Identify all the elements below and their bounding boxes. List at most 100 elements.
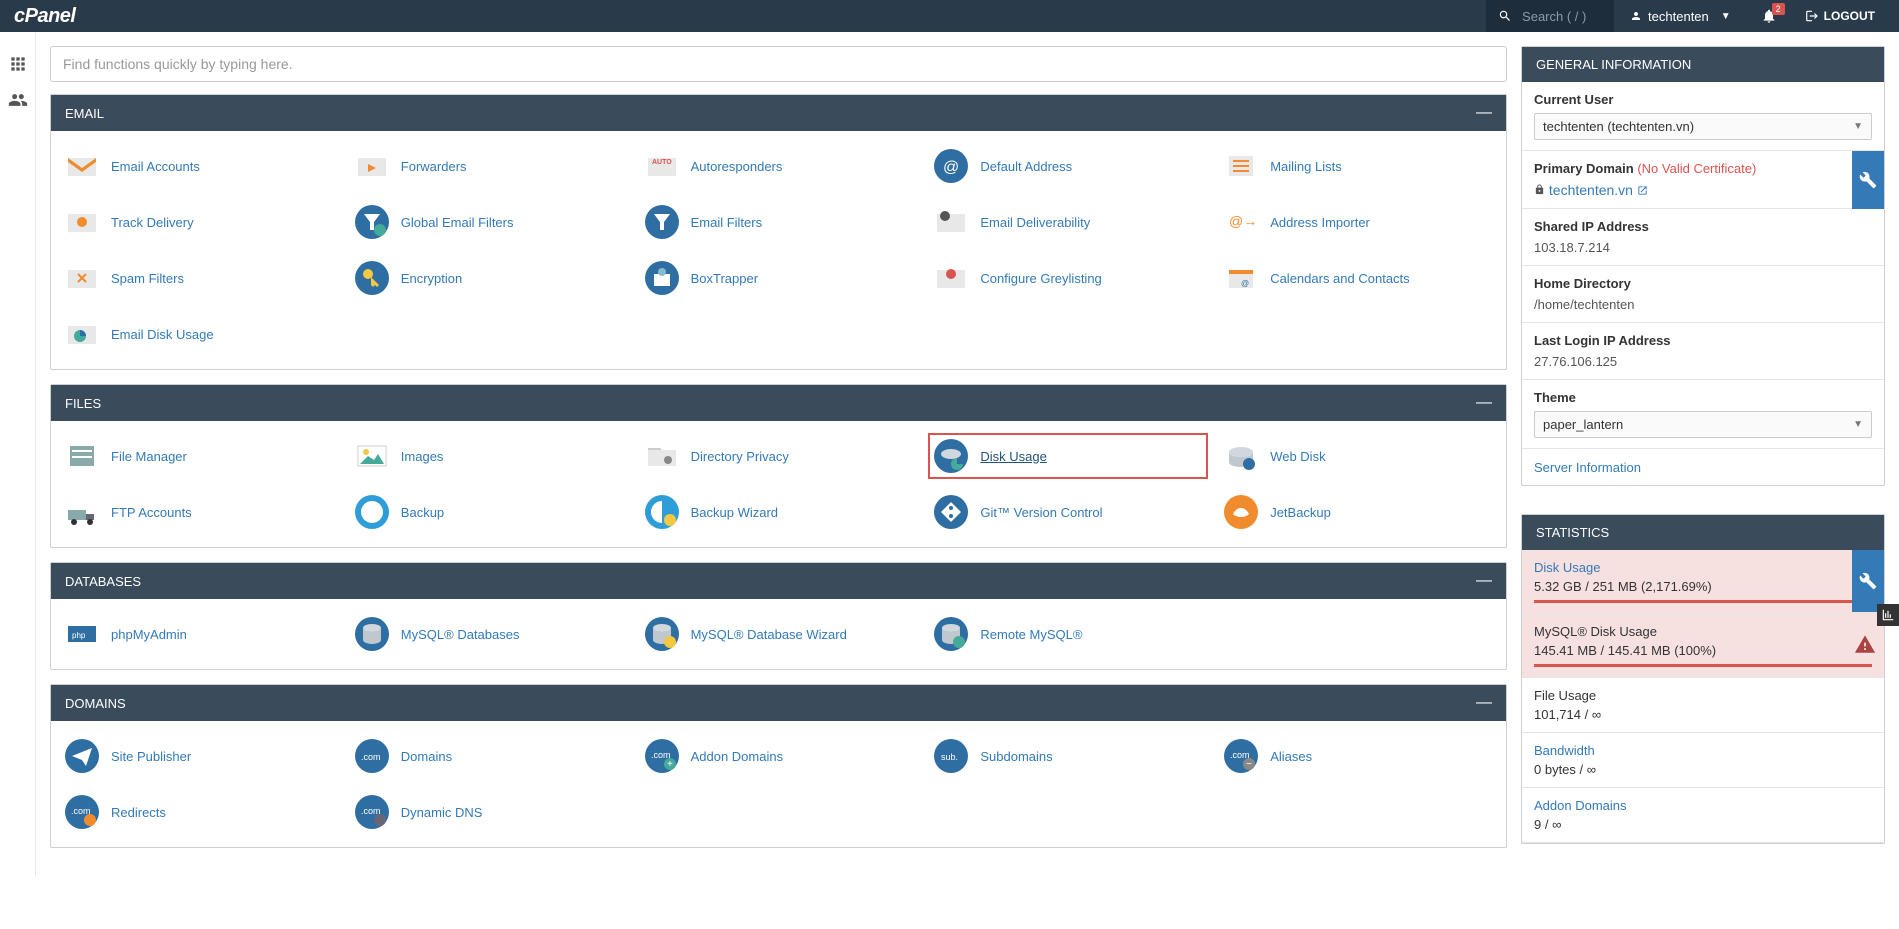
- collapse-icon[interactable]: —: [1476, 695, 1492, 711]
- app-item[interactable]: Remote MySQL®: [928, 611, 1208, 657]
- app-item-label: Autoresponders: [691, 159, 783, 174]
- backup-wizard-icon: [643, 493, 681, 531]
- sidebar-apps-icon[interactable]: [0, 46, 36, 82]
- app-item[interactable]: Forwarders: [349, 143, 629, 189]
- app-item[interactable]: Encryption: [349, 255, 629, 301]
- git-icon: [932, 493, 970, 531]
- header-search[interactable]: [1486, 0, 1614, 32]
- app-item[interactable]: Email Filters: [639, 199, 919, 245]
- app-item[interactable]: Git™ Version Control: [928, 489, 1208, 535]
- app-item-label: Web Disk: [1270, 449, 1325, 464]
- app-item[interactable]: Email Deliverability: [928, 199, 1208, 245]
- app-item[interactable]: Mailing Lists: [1218, 143, 1498, 189]
- app-item-label: Remote MySQL®: [980, 627, 1082, 642]
- app-item[interactable]: Configure Greylisting: [928, 255, 1208, 301]
- app-item[interactable]: BoxTrapper: [639, 255, 919, 301]
- envelope-pin-icon: [63, 203, 101, 241]
- theme-select[interactable]: paper_lantern ▼: [1534, 411, 1872, 438]
- statistics-title: STATISTICS: [1536, 525, 1609, 540]
- chart-toggle-button[interactable]: [1877, 604, 1899, 626]
- logo: cPanel: [14, 5, 75, 28]
- app-item[interactable]: FTP Accounts: [59, 489, 339, 535]
- envelope-arrow-icon: [353, 147, 391, 185]
- user-menu[interactable]: techtenten ▼: [1614, 0, 1747, 32]
- app-item[interactable]: .comDynamic DNS: [349, 789, 629, 835]
- funnel-globe-icon: [353, 203, 391, 241]
- app-item[interactable]: php phpMyAdmin: [59, 611, 339, 657]
- sidebar: [0, 32, 36, 876]
- app-item-label: Spam Filters: [111, 271, 184, 286]
- group-header[interactable]: DATABASES —: [51, 563, 1506, 599]
- group-title: DATABASES: [65, 574, 141, 589]
- app-item[interactable]: .com+Addon Domains: [639, 733, 919, 779]
- app-item[interactable]: MySQL® Databases: [349, 611, 629, 657]
- sidebar-users-icon[interactable]: [0, 82, 36, 118]
- app-item[interactable]: Backup: [349, 489, 629, 535]
- app-item-label: FTP Accounts: [111, 505, 192, 520]
- app-item-label: Dynamic DNS: [401, 805, 483, 820]
- at-import-icon: @→: [1222, 203, 1260, 241]
- stat-label[interactable]: Disk Usage: [1534, 560, 1872, 575]
- app-item-label: Email Deliverability: [980, 215, 1090, 230]
- app-item[interactable]: Web Disk: [1218, 433, 1498, 479]
- app-item[interactable]: sub.Subdomains: [928, 733, 1208, 779]
- app-item[interactable]: @Default Address: [928, 143, 1208, 189]
- server-info-link[interactable]: Server Information: [1534, 460, 1641, 475]
- domain-settings-button[interactable]: [1852, 151, 1884, 209]
- general-info-title: GENERAL INFORMATION: [1536, 57, 1691, 72]
- app-item[interactable]: Backup Wizard: [639, 489, 919, 535]
- key-icon: [353, 259, 391, 297]
- dotcom-plus-icon: .com+: [643, 737, 681, 775]
- stat-label[interactable]: Addon Domains: [1534, 798, 1872, 813]
- app-item[interactable]: Email Disk Usage: [59, 311, 339, 357]
- group-header[interactable]: EMAIL—: [51, 95, 1506, 131]
- group-header[interactable]: FILES—: [51, 385, 1506, 421]
- app-item-label: Git™ Version Control: [980, 505, 1102, 520]
- app-item[interactable]: Global Email Filters: [349, 199, 629, 245]
- group-header[interactable]: DOMAINS—: [51, 685, 1506, 721]
- app-item[interactable]: Site Publisher: [59, 733, 339, 779]
- wrench-icon: [1859, 572, 1877, 590]
- app-item[interactable]: .comDomains: [349, 733, 629, 779]
- app-item-label: phpMyAdmin: [111, 627, 187, 642]
- logout-button[interactable]: LOGOUT: [1791, 0, 1889, 32]
- current-user-select[interactable]: techtenten (techtenten.vn) ▼: [1534, 113, 1872, 140]
- primary-domain-link[interactable]: techtenten.vn: [1549, 182, 1648, 198]
- theme-value: paper_lantern: [1543, 417, 1623, 432]
- stat-label[interactable]: Bandwidth: [1534, 743, 1872, 758]
- app-item-label: Address Importer: [1270, 215, 1370, 230]
- quick-search-input[interactable]: [50, 46, 1507, 82]
- truck-icon: [63, 493, 101, 531]
- header: cPanel techtenten ▼ 2 LOGOUT: [0, 0, 1899, 32]
- app-item-label: Configure Greylisting: [980, 271, 1101, 286]
- search-input[interactable]: [1522, 9, 1602, 24]
- collapse-icon[interactable]: —: [1476, 395, 1492, 411]
- group-panel: DOMAINS— Site Publisher.comDomains.com+Ad…: [50, 684, 1507, 848]
- logout-icon: [1805, 9, 1819, 23]
- app-item[interactable]: AUTOAutoresponders: [639, 143, 919, 189]
- app-item[interactable]: @Calendars and Contacts: [1218, 255, 1498, 301]
- app-item[interactable]: Images: [349, 433, 629, 479]
- app-item[interactable]: .com−Aliases: [1218, 733, 1498, 779]
- app-item-label: Track Delivery: [111, 215, 194, 230]
- collapse-icon[interactable]: —: [1476, 573, 1492, 589]
- app-item[interactable]: Spam Filters: [59, 255, 339, 301]
- app-item[interactable]: Disk Usage: [928, 433, 1208, 479]
- collapse-icon[interactable]: —: [1476, 105, 1492, 121]
- paper-plane-icon: [63, 737, 101, 775]
- notifications[interactable]: 2: [1747, 0, 1791, 32]
- app-item[interactable]: Email Accounts: [59, 143, 339, 189]
- app-item[interactable]: .comRedirects: [59, 789, 339, 835]
- app-item[interactable]: JetBackup: [1218, 489, 1498, 535]
- svg-text:@→: @→: [1229, 213, 1257, 229]
- app-item[interactable]: MySQL® Database Wizard: [639, 611, 919, 657]
- app-item[interactable]: @→ Address Importer: [1218, 199, 1498, 245]
- app-item[interactable]: Track Delivery: [59, 199, 339, 245]
- search-icon: [1498, 9, 1512, 23]
- stat-settings-button[interactable]: [1852, 550, 1884, 612]
- app-item[interactable]: File Manager: [59, 433, 339, 479]
- chart-icon: [1881, 608, 1895, 622]
- svg-text:php: php: [72, 631, 86, 640]
- app-item[interactable]: Directory Privacy: [639, 433, 919, 479]
- stat-row: Addon Domains9 / ∞: [1522, 788, 1884, 843]
